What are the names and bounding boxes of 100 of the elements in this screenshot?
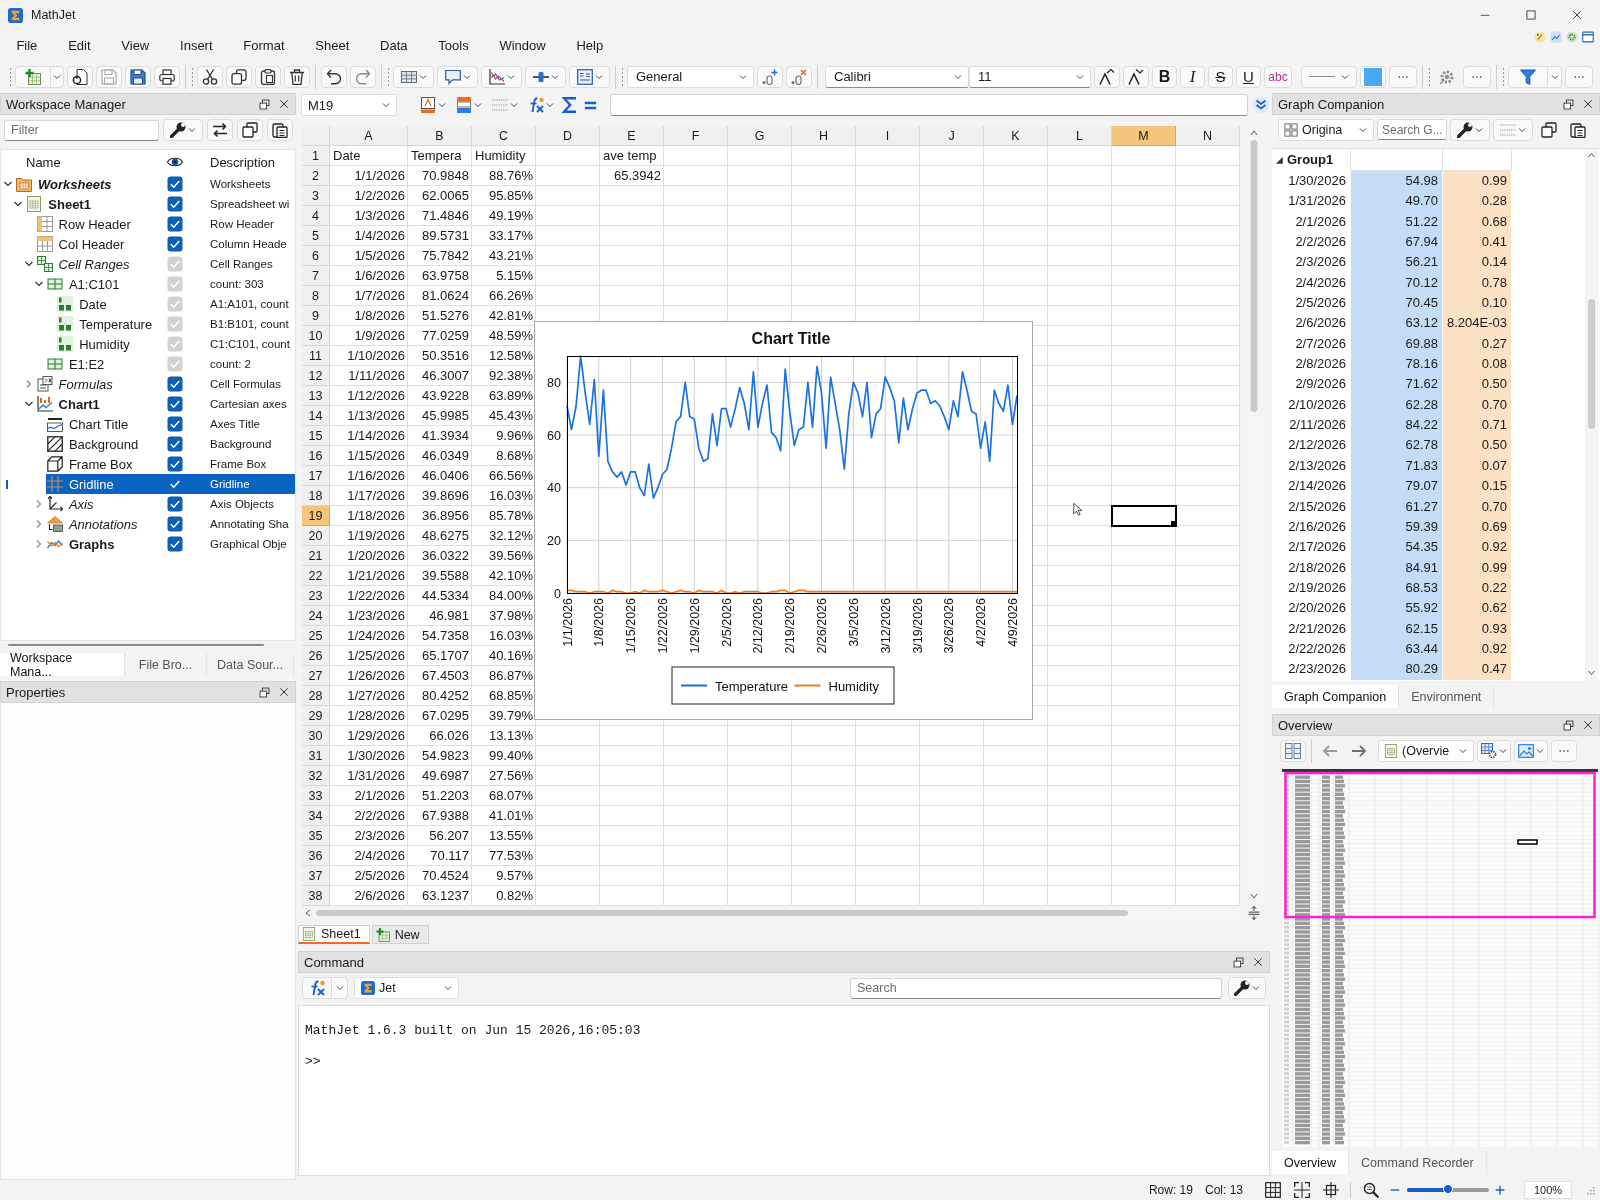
chevron-down-icon[interactable] [23,399,34,409]
number-format-dropdown[interactable]: General [627,65,754,88]
view-dropdown[interactable]: (Overvie [1378,739,1474,762]
column-header[interactable]: N [1176,126,1240,146]
tree-row[interactable]: Row Header Row Header [35,214,295,234]
menu-item[interactable]: Tools [422,38,485,53]
restore-icon[interactable] [1563,98,1574,110]
column-header[interactable]: L [1048,126,1112,146]
text-style-button[interactable]: S [1208,65,1233,88]
close-icon[interactable] [1583,720,1593,730]
font-dropdown[interactable]: Calibri [825,65,969,88]
split-handle-icon[interactable] [1247,906,1261,920]
tree-row[interactable]: Annotations Annotating Sha [45,514,295,534]
row-header[interactable]: 2 [302,166,330,186]
text-style-button[interactable]: B [1152,65,1177,88]
row-header[interactable]: 11 [302,346,330,366]
engine-dropdown[interactable]: Jet [354,977,459,999]
settings-dropdown[interactable] [1477,739,1511,762]
add-decimal-button[interactable] [757,65,783,88]
delete-button[interactable] [284,65,310,88]
row-header[interactable]: 30 [302,726,330,746]
table-dropdown[interactable] [393,65,434,88]
undo-button[interactable] [321,65,347,88]
row-header[interactable]: 28 [302,686,330,706]
column-header[interactable]: M [1112,126,1176,146]
row-header[interactable]: 23 [302,586,330,606]
row-header[interactable]: 21 [302,546,330,566]
visibility-checkbox[interactable] [167,536,183,552]
window-icon[interactable] [1582,31,1594,43]
row-header[interactable]: 24 [302,606,330,626]
toolbar-grip[interactable] [191,66,194,87]
column-header[interactable]: J [920,126,984,146]
text-style-button[interactable]: I [1180,65,1205,88]
tree-row[interactable]: Frame Box Frame Box [45,454,295,474]
tools-dropdown[interactable] [1450,118,1490,141]
chart-dropdown[interactable] [481,65,522,88]
visibility-checkbox[interactable] [167,176,183,192]
tree-row[interactable]: Graphs Graphical Obje [45,534,295,554]
shrink-font-button[interactable] [1123,65,1149,88]
visibility-checkbox[interactable] [167,416,183,432]
selected-cell[interactable] [1112,506,1176,526]
chevron-down-icon[interactable] [13,199,24,209]
row-header[interactable]: 13 [302,386,330,406]
search-field[interactable]: Search [850,977,1222,999]
row-header[interactable]: 9 [302,306,330,326]
sum-button[interactable] [561,94,579,116]
row-header[interactable]: 15 [302,426,330,446]
column-header[interactable]: A [330,126,408,146]
menu-item[interactable]: Data [364,38,423,53]
menu-item[interactable]: View [105,38,165,53]
row-header[interactable]: 26 [302,646,330,666]
menu-item[interactable]: Sheet [299,38,365,53]
function-button[interactable] [302,977,332,999]
copy-button[interactable] [226,65,252,88]
formula-input[interactable] [610,94,1248,116]
chevron-down-icon[interactable] [3,179,13,189]
save-all-button[interactable] [125,65,151,88]
formula-dropdown[interactable] [569,65,610,88]
group-header[interactable]: Group1 [1272,149,1351,171]
row-header[interactable]: 14 [302,406,330,426]
crosshair-box-icon[interactable] [1323,1182,1339,1198]
column-header[interactable]: B [408,126,472,146]
image-dropdown[interactable] [1514,739,1548,762]
gear-disc-icon[interactable] [1566,31,1578,43]
visibility-checkbox[interactable] [167,216,183,232]
tree-row[interactable]: Col Header Column Heade [35,234,295,254]
row-header[interactable]: 32 [302,766,330,786]
search-field[interactable]: Search G... [1377,119,1447,140]
visibility-checkbox[interactable] [167,516,183,532]
row-header[interactable]: 34 [302,806,330,826]
tree-row[interactable]: Worksheets Worksheets [15,174,295,194]
row-header[interactable]: 20 [302,526,330,546]
grow-font-button[interactable] [1094,65,1120,88]
toolbar-grip[interactable] [387,66,390,87]
chart-tile-icon[interactable] [1550,31,1562,43]
source-dropdown[interactable]: Origina [1278,118,1374,141]
row-header[interactable]: 17 [302,466,330,486]
row-header[interactable]: 37 [302,866,330,886]
column-header[interactable]: D [536,126,600,146]
close-icon[interactable] [1253,957,1263,967]
toolbar-grip[interactable] [621,66,624,87]
menu-item[interactable]: File [1,38,53,53]
text-style-button[interactable]: U [1236,65,1261,88]
row-header[interactable]: 38 [302,886,330,906]
column-heading[interactable]: Name [26,154,167,170]
paste-button[interactable] [255,65,281,88]
row-header[interactable]: 31 [302,746,330,766]
menu-item[interactable]: Window [484,38,562,53]
column-header[interactable]: C [472,126,536,146]
line-style-dropdown[interactable] [1301,65,1357,88]
vertical-scrollbar[interactable] [1585,149,1598,681]
tree-row[interactable]: Chart Title Axes Title [45,414,295,434]
menu-item[interactable]: Help [561,38,619,53]
row-header[interactable]: 3 [302,186,330,206]
cell-name-box[interactable]: M19 [301,94,397,116]
close-icon[interactable] [1583,99,1593,109]
expand-button[interactable] [1252,94,1270,116]
row-header[interactable]: 25 [302,626,330,646]
row-header[interactable]: 8 [302,286,330,306]
close-icon[interactable] [279,687,289,697]
